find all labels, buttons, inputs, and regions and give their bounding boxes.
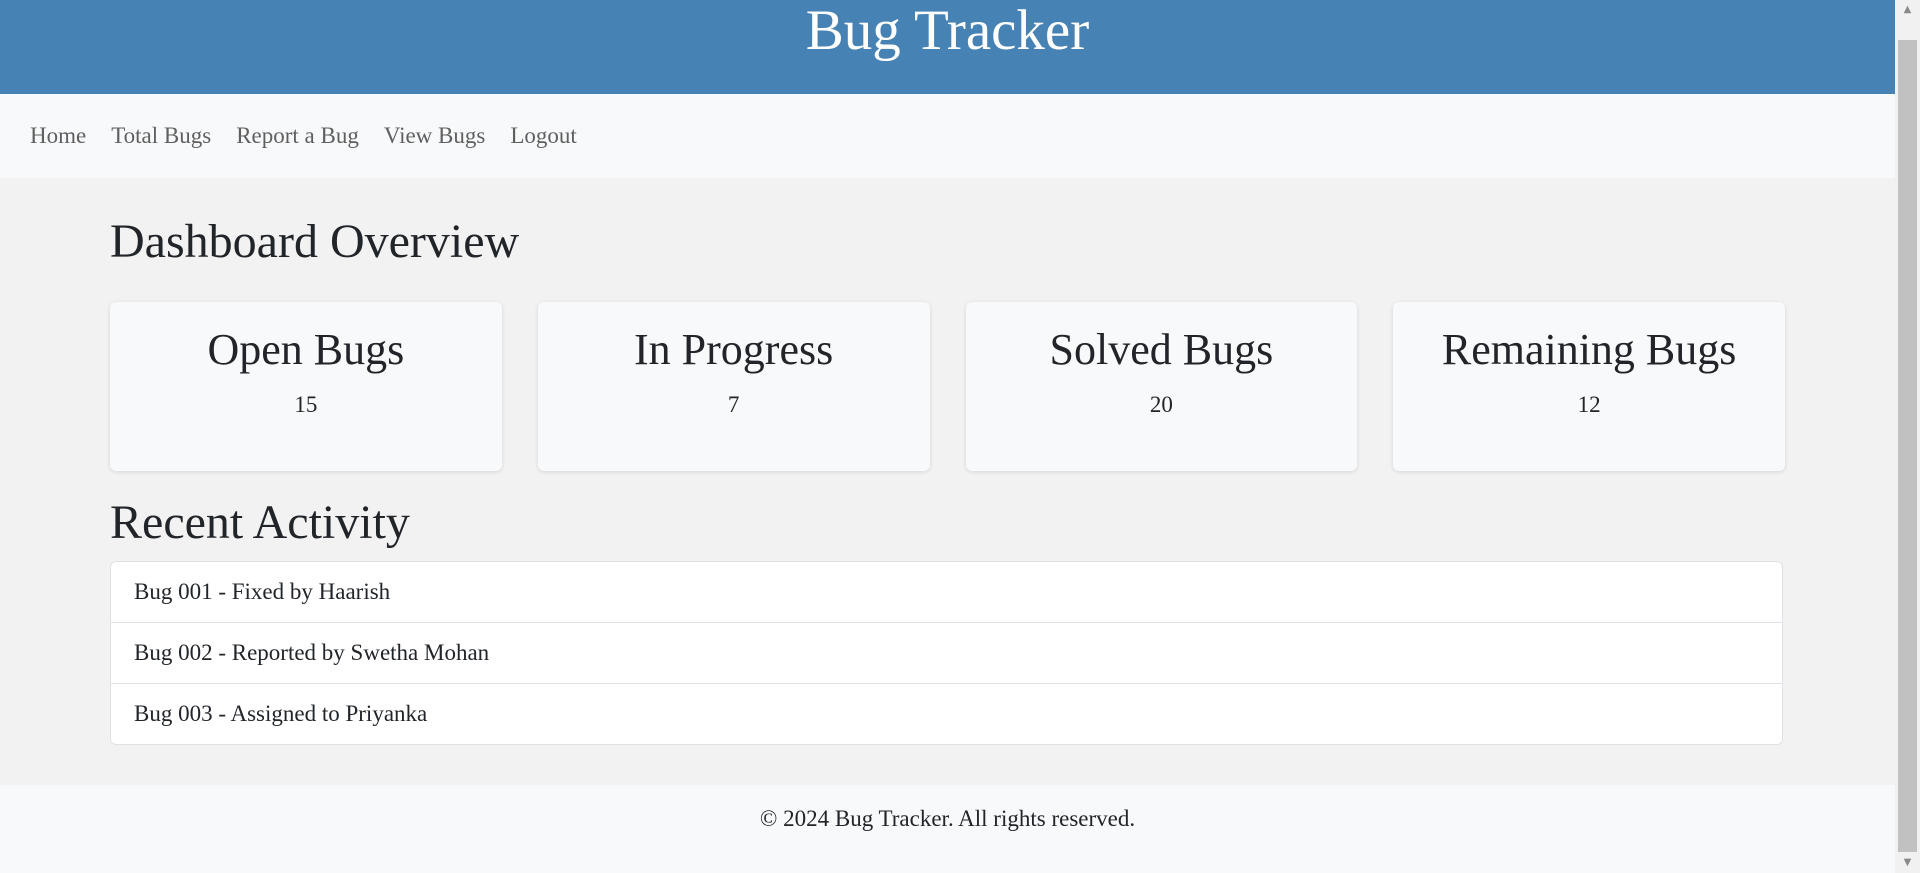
scroll-up-icon[interactable]: ▲ bbox=[1895, 0, 1920, 20]
nav-logout-link[interactable]: Logout bbox=[510, 123, 576, 149]
page: Bug Tracker Home Total Bugs Report a Bug… bbox=[0, 0, 1895, 873]
card-title: In Progress bbox=[634, 325, 834, 374]
recent-activity-title: Recent Activity bbox=[110, 496, 410, 549]
open-bugs-card: Open Bugs 15 bbox=[110, 302, 502, 471]
scroll-down-icon[interactable]: ▼ bbox=[1895, 853, 1920, 873]
vertical-scrollbar[interactable]: ▲ ▼ bbox=[1895, 0, 1920, 873]
list-item: Bug 003 - Assigned to Priyanka bbox=[134, 701, 428, 726]
in-progress-card: In Progress 7 bbox=[537, 302, 930, 471]
nav-view-bugs-link[interactable]: View Bugs bbox=[384, 123, 485, 149]
card-title: Remaining Bugs bbox=[1441, 325, 1737, 374]
site-footer: © 2024 Bug Tracker. All rights reserved. bbox=[0, 785, 1895, 873]
stats-cards: Open Bugs 15 In Progress 7 Solved Bugs 2… bbox=[110, 302, 1785, 471]
copyright-text: © 2024 Bug Tracker. All rights reserved. bbox=[759, 806, 1136, 831]
list-item: Bug 001 - Fixed by Haarish bbox=[111, 562, 1782, 623]
card-title: Solved Bugs bbox=[1049, 325, 1274, 374]
card-value: 20 bbox=[1149, 392, 1173, 417]
solved-bugs-card: Solved Bugs 20 bbox=[965, 302, 1358, 471]
scrollbar-thumb[interactable] bbox=[1898, 40, 1917, 852]
nav-report-bug-link[interactable]: Report a Bug bbox=[236, 123, 359, 149]
remaining-bugs-card: Remaining Bugs 12 bbox=[1393, 302, 1785, 471]
recent-activity-list: Bug 001 - Fixed by Haarish Bug 002 - Rep… bbox=[110, 561, 1783, 745]
site-header: Bug Tracker bbox=[0, 0, 1895, 94]
dashboard-title: Dashboard Overview bbox=[110, 215, 520, 268]
main-content: Dashboard Overview Open Bugs 15 In Progr… bbox=[0, 178, 1895, 785]
nav-total-bugs-link[interactable]: Total Bugs bbox=[111, 123, 211, 149]
site-title: Bug Tracker bbox=[805, 0, 1090, 62]
card-title: Open Bugs bbox=[207, 325, 405, 374]
nav-home-link[interactable]: Home bbox=[30, 123, 86, 149]
card-value: 7 bbox=[727, 392, 740, 417]
card-value: 15 bbox=[294, 392, 318, 417]
main-nav: Home Total Bugs Report a Bug View Bugs L… bbox=[0, 94, 1895, 178]
card-value: 12 bbox=[1577, 392, 1601, 417]
list-item: Bug 002 - Reported by Swetha Mohan bbox=[111, 623, 1782, 684]
